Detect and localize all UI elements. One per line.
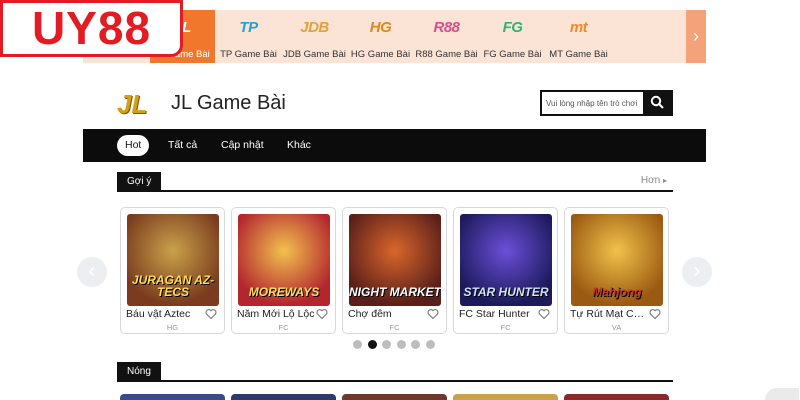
brand-logo-text: UY88	[31, 2, 152, 54]
heart-icon[interactable]	[205, 308, 217, 320]
provider-tab[interactable]: mt MT Game Bài	[546, 10, 611, 63]
game-art-title: STAR HUNTER	[463, 285, 549, 299]
provider-logo-icon: FG	[502, 19, 523, 36]
caret-right-icon: ▸	[662, 176, 667, 185]
game-thumbnail[interactable]: NIGHT MARKET	[349, 214, 441, 306]
game-provider: HG	[166, 323, 179, 332]
more-link[interactable]: Hơn ▸	[641, 175, 667, 186]
game-name: Năm Mới Lộ Lộc	[237, 308, 315, 320]
heart-icon[interactable]	[316, 308, 328, 320]
provider-tab[interactable]: TP TP Game Bài	[216, 10, 281, 63]
game-thumbnail[interactable]: Mahjong	[571, 214, 663, 306]
chevron-right-icon: ›	[693, 26, 699, 46]
carousel-dot[interactable]	[382, 340, 391, 349]
game-card-peek[interactable]	[231, 394, 336, 400]
heart-icon[interactable]	[427, 308, 439, 320]
game-provider: FC	[500, 323, 511, 332]
game-art-title: JURAGAN AZ-TECS	[131, 273, 215, 299]
heart-icon[interactable]	[649, 308, 661, 320]
carousel-prev-button[interactable]: ‹	[77, 257, 107, 287]
game-name: Chợ đêm	[348, 308, 392, 320]
provider-tab-label: HG Game Bài	[350, 49, 411, 60]
game-card-peek[interactable]	[453, 394, 558, 400]
provider-tab-label: JDB Game Bài	[283, 49, 346, 60]
brand-logo[interactable]: UY88	[0, 0, 183, 57]
game-thumbnail[interactable]: STAR HUNTER	[460, 214, 552, 306]
carousel-dot[interactable]	[396, 340, 406, 349]
tab-other[interactable]: Khác	[279, 135, 319, 156]
game-card[interactable]: JURAGAN AZ-TECS Báu vật Aztec HG	[120, 207, 225, 334]
provider-logo-icon: TP	[239, 19, 258, 36]
game-card[interactable]: MOREWAYS Năm Mới Lộ Lộc FC	[231, 207, 336, 334]
search-icon	[650, 95, 664, 109]
game-name: FC Star Hunter	[459, 308, 530, 320]
game-card[interactable]: NIGHT MARKET Chợ đêm FC	[342, 207, 447, 334]
provider-tab[interactable]: FG FG Game Bài	[480, 10, 545, 63]
game-card-peek[interactable]	[120, 394, 225, 400]
game-name: Báu vật Aztec	[126, 308, 191, 320]
game-card[interactable]: Mahjong Tự Rút Mạt Chược VA	[564, 207, 669, 334]
carousel-dot[interactable]	[353, 340, 362, 349]
provider-logo-icon: R88	[433, 19, 460, 36]
game-provider: FC	[389, 323, 400, 332]
search-button[interactable]	[643, 92, 671, 114]
provider-tab[interactable]: HG HG Game Bài	[348, 10, 413, 63]
game-name: Tự Rút Mạt Chược	[570, 308, 648, 320]
provider-logo-icon: JDB	[300, 19, 329, 36]
chevron-right-icon: ›	[693, 260, 701, 282]
floating-widget[interactable]	[765, 388, 799, 400]
tab-updated[interactable]: Cập nhật	[213, 135, 272, 156]
carousel-next-button[interactable]: ›	[682, 257, 712, 287]
provider-tab[interactable]: JDB JDB Game Bài	[282, 10, 347, 63]
provider-logo-icon: JL	[117, 89, 148, 119]
game-card-peek[interactable]	[342, 394, 447, 400]
tab-hot[interactable]: Hot	[117, 135, 150, 156]
game-card[interactable]: STAR HUNTER FC Star Hunter FC	[453, 207, 558, 334]
chevron-left-icon: ‹	[88, 260, 96, 282]
provider-logo-icon: HG	[369, 19, 392, 36]
game-provider: VA	[611, 323, 622, 332]
section-header-suggested: Gợi ý Hơn ▸	[117, 172, 673, 192]
section-title-suggested: Gợi ý	[117, 172, 162, 192]
carousel-dot[interactable]	[411, 340, 420, 349]
carousel-dot[interactable]	[367, 340, 377, 349]
more-link-label: Hơn	[640, 175, 661, 186]
search-input[interactable]	[546, 95, 642, 111]
game-art-title: Mahjong	[592, 285, 642, 299]
game-card-peek[interactable]	[564, 394, 669, 400]
game-art-title: NIGHT MARKET	[349, 285, 441, 299]
game-thumbnail[interactable]: JURAGAN AZ-TECS	[127, 214, 219, 306]
section-title-hot: Nóng	[117, 362, 161, 382]
game-thumbnail[interactable]: MOREWAYS	[238, 214, 330, 306]
carousel-dot[interactable]	[425, 340, 435, 349]
provider-logo-icon: mt	[569, 19, 588, 36]
tab-all[interactable]: Tất cả	[160, 135, 205, 156]
provider-tab-label: MT Game Bài	[549, 49, 608, 60]
category-nav: Hot Tất cả Cập nhật Khác	[83, 129, 706, 162]
provider-next-button[interactable]: ›	[686, 10, 706, 63]
section-header-hot: Nóng	[117, 362, 673, 382]
heart-icon[interactable]	[538, 308, 550, 320]
game-provider: FC	[278, 323, 289, 332]
provider-tab-label: TP Game Bài	[220, 49, 277, 60]
provider-tab-label: FG Game Bài	[483, 49, 542, 60]
provider-tab-label: R88 Game Bài	[415, 49, 478, 60]
provider-tab[interactable]: R88 R88 Game Bài	[414, 10, 479, 63]
game-art-title: MOREWAYS	[248, 285, 320, 299]
page-title: JL Game Bài	[171, 92, 286, 114]
search-box	[540, 90, 673, 116]
